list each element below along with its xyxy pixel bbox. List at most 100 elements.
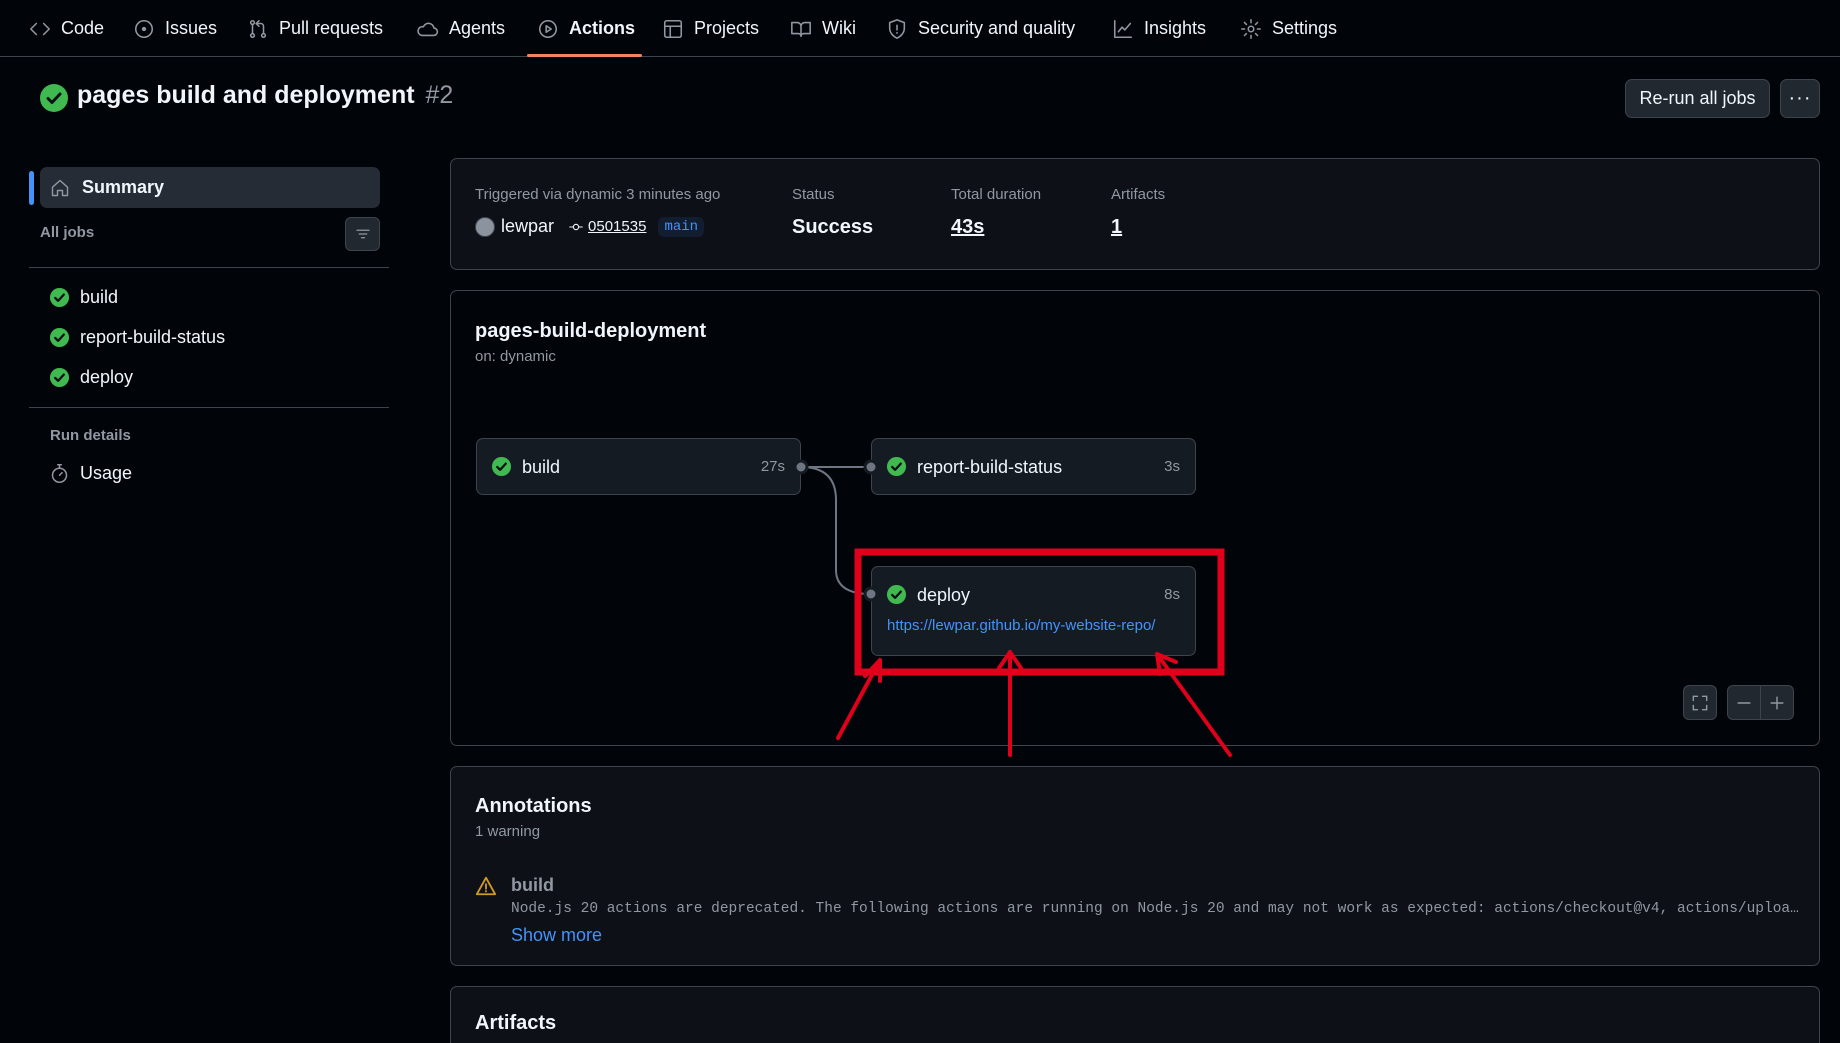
graph-node-build[interactable]: build 27s [476,438,801,495]
tab-wiki[interactable]: Wiki [790,0,856,57]
avatar [475,216,495,237]
artifacts-panel [450,986,1820,1043]
fullscreen-icon [1692,695,1708,710]
issue-icon [134,19,154,38]
active-tab-indicator [527,54,642,57]
tab-projects[interactable]: Projects [662,0,759,57]
artifacts-count-link[interactable]: 1 [1111,216,1122,239]
tab-security-label: Security and quality [918,18,1076,38]
commit-icon [569,223,583,230]
branch-badge[interactable]: main [658,216,705,237]
tab-actions-label: Actions [569,18,636,38]
success-check-icon [49,287,70,308]
status-value: Success [792,216,874,238]
rerun-all-jobs-button[interactable]: Re-run all jobs [1625,79,1770,118]
status-label: Status [792,186,835,203]
home-icon [51,179,69,196]
commit-link[interactable]: 0501535 [568,218,646,235]
sidebar-job-label: report-build-status [80,327,226,347]
sidebar-job-build[interactable]: build [49,287,118,308]
sidebar-active-indicator [29,171,34,205]
workflow-name: pages-build-deployment [475,320,707,342]
graph-node-report-build-status[interactable]: report-build-status 3s [871,438,1196,495]
run-details-heading: Run details [50,427,131,444]
annotations-title: Annotations [475,795,592,817]
node-job-time: 27s [760,458,785,475]
sidebar-item-summary[interactable]: Summary [40,167,380,208]
shield-icon [888,18,906,39]
tab-code-label: Code [61,18,105,38]
duration-link[interactable]: 43s [951,216,984,239]
tab-insights-label: Insights [1144,18,1207,38]
more-options-button[interactable]: ··· [1780,79,1820,118]
run-number: #2 [425,81,454,109]
tab-code[interactable]: Code [29,0,104,57]
stopwatch-icon [51,464,68,483]
artifacts-label: Artifacts [1111,186,1166,203]
tab-actions[interactable]: Actions [537,0,635,57]
sidebar-job-label: deploy [80,367,134,387]
success-check-icon [491,456,512,477]
sidebar-item-usage[interactable]: Usage [49,463,132,484]
actions-play-icon [538,19,558,38]
node-job-name: report-build-status [917,457,1063,477]
sidebar-job-report-build-status[interactable]: report-build-status [49,327,225,348]
trigger-text: Triggered via dynamic 3 minutes ago [475,186,721,203]
annotation-message: Node.js 20 actions are deprecated. The f… [511,901,1801,917]
tab-projects-label: Projects [694,18,760,38]
success-check-icon [49,367,70,388]
workflow-graph-panel [450,290,1820,746]
workflow-trigger: on: dynamic [475,348,556,365]
warning-icon [475,876,497,896]
repo-nav: Code Issues Pull requests Agents Actions… [0,0,1840,57]
gear-icon [1241,18,1261,39]
annotation-job-link[interactable]: build [511,875,554,896]
run-summary-panel [450,158,1820,270]
show-more-link[interactable]: Show more [511,925,602,946]
tab-wiki-label: Wiki [822,18,856,38]
fullscreen-button[interactable] [1683,685,1717,720]
zoom-out-button[interactable] [1727,685,1761,720]
tab-settings[interactable]: Settings [1240,0,1337,57]
actor-name[interactable]: lewpar [501,216,554,237]
all-jobs-heading: All jobs [40,224,95,241]
commit-sha: 0501535 [588,218,647,235]
filter-icon [355,229,370,239]
book-icon [791,21,811,37]
graph-node-deploy[interactable]: deploy 8s https://lewpar.github.io/my-we… [871,566,1196,656]
tab-pull-requests-label: Pull requests [279,18,384,38]
run-title: pages build and deployment #2 [77,81,453,110]
zoom-in-button[interactable] [1760,685,1794,720]
node-job-name: build [522,457,561,477]
filter-jobs-button[interactable] [345,217,380,251]
sidebar-divider [29,407,389,408]
node-job-time: 8s [1164,586,1180,603]
sidebar-job-deploy[interactable]: deploy [49,367,133,388]
sidebar-job-label: build [80,287,119,307]
tab-issues[interactable]: Issues [133,0,217,57]
deploy-url-link[interactable]: https://lewpar.github.io/my-website-repo… [887,617,1155,634]
code-icon [30,22,50,35]
run-title-text: pages build and deployment [77,81,415,109]
annotations-count: 1 warning [475,823,541,840]
minus-icon [1737,701,1751,704]
tab-agents[interactable]: Agents [417,0,505,57]
success-check-icon [886,584,907,605]
tab-pull-requests[interactable]: Pull requests [247,0,383,57]
success-check-icon [886,456,907,477]
duration-label: Total duration [951,186,1042,203]
success-check-icon [49,327,70,348]
tab-insights[interactable]: Insights [1112,0,1206,57]
sidebar-usage-label: Usage [80,463,133,483]
success-check-icon [40,84,68,112]
agents-icon [417,22,439,36]
tab-settings-label: Settings [1272,18,1338,38]
graph-icon [1113,19,1133,38]
plus-icon [1770,695,1784,710]
tab-security[interactable]: Security and quality [886,0,1075,57]
node-job-name: deploy [917,585,971,605]
pull-request-icon [249,19,267,38]
sidebar-divider [29,267,389,268]
node-job-time: 3s [1164,458,1180,475]
artifacts-title: Artifacts [475,1012,557,1034]
